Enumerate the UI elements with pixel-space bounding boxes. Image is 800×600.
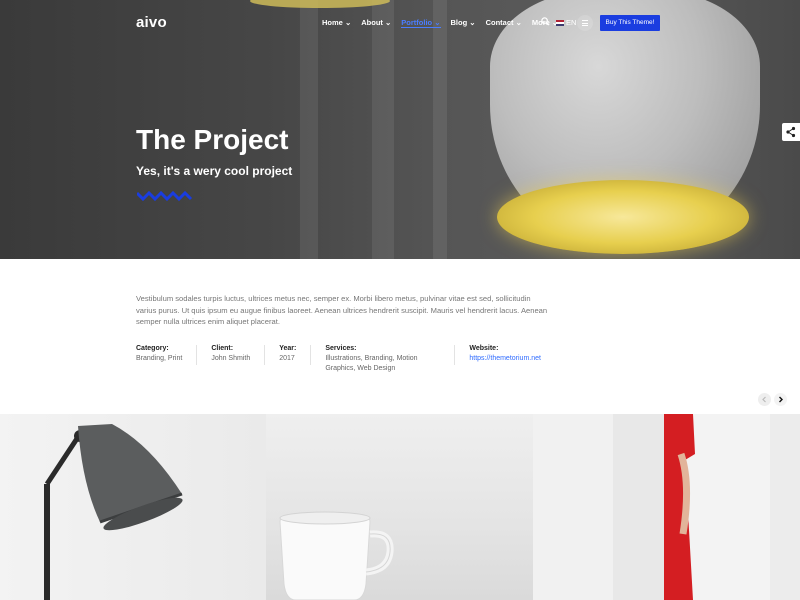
search-icon[interactable] — [541, 17, 550, 26]
nav-item-blog[interactable]: Blog ⌄ — [451, 18, 476, 28]
meta-category: Category: Branding, Print — [136, 345, 198, 365]
main-menu: Home ⌄ About ⌄ Portfolio ⌄ Blog ⌄ Contac… — [322, 18, 568, 28]
gallery-prev-button[interactable] — [758, 393, 771, 406]
nav-item-portfolio[interactable]: Portfolio ⌄ — [401, 18, 441, 28]
nav-item-contact[interactable]: Contact ⌄ — [486, 18, 522, 28]
top-navigation: aivo Home ⌄ About ⌄ Portfolio ⌄ Blog ⌄ C… — [0, 0, 800, 46]
chevron-down-icon: ⌄ — [344, 18, 352, 27]
hamburger-icon[interactable] — [577, 15, 593, 31]
language-switcher[interactable]: EN — [556, 18, 576, 27]
meta-year: Year: 2017 — [279, 345, 312, 365]
chevron-down-icon: ⌄ — [385, 18, 392, 27]
chevron-down-icon: ⌄ — [469, 18, 476, 27]
desk-lamp-illustration — [44, 424, 183, 600]
hero-section: aivo Home ⌄ About ⌄ Portfolio ⌄ Blog ⌄ C… — [0, 0, 800, 259]
chevron-right-icon — [779, 396, 783, 403]
language-label: EN — [566, 18, 577, 27]
gallery-image-red-dress[interactable] — [533, 414, 770, 600]
gallery-image-cup[interactable] — [266, 414, 533, 600]
meta-client: Client: John Shmith — [211, 345, 266, 365]
gallery-image-desk-lamp[interactable] — [0, 414, 266, 600]
page-title: The Project — [136, 124, 289, 155]
meta-services: Services: Illustrations, Branding, Motio… — [325, 345, 456, 372]
chevron-down-icon: ⌄ — [515, 18, 522, 27]
nav-item-about[interactable]: About ⌄ — [361, 18, 391, 28]
lamp-light — [497, 180, 749, 254]
flag-us-icon — [556, 19, 564, 26]
nav-item-home[interactable]: Home ⌄ — [322, 18, 351, 28]
chevron-left-icon — [762, 396, 766, 403]
share-button[interactable] — [782, 123, 800, 141]
gallery-image-partial[interactable] — [770, 414, 800, 600]
share-icon — [786, 126, 796, 138]
site-logo[interactable]: aivo — [136, 14, 167, 31]
zigzag-icon — [137, 190, 193, 202]
red-dress-illustration — [613, 414, 770, 600]
project-meta: Category: Branding, Print Client: John S… — [136, 345, 569, 372]
buy-theme-button[interactable]: Buy This Theme! — [600, 15, 660, 31]
meta-website: Website: https://themetorium.net — [469, 345, 541, 364]
chevron-down-icon: ⌄ — [434, 18, 441, 27]
website-link[interactable]: https://themetorium.net — [469, 354, 541, 364]
gallery-next-button[interactable] — [774, 393, 787, 406]
project-description: Vestibulum sodales turpis luctus, ultric… — [136, 294, 548, 327]
white-cup-illustration — [279, 511, 394, 600]
page-subtitle: Yes, it's a wery cool project — [136, 164, 293, 178]
image-gallery — [0, 414, 800, 600]
